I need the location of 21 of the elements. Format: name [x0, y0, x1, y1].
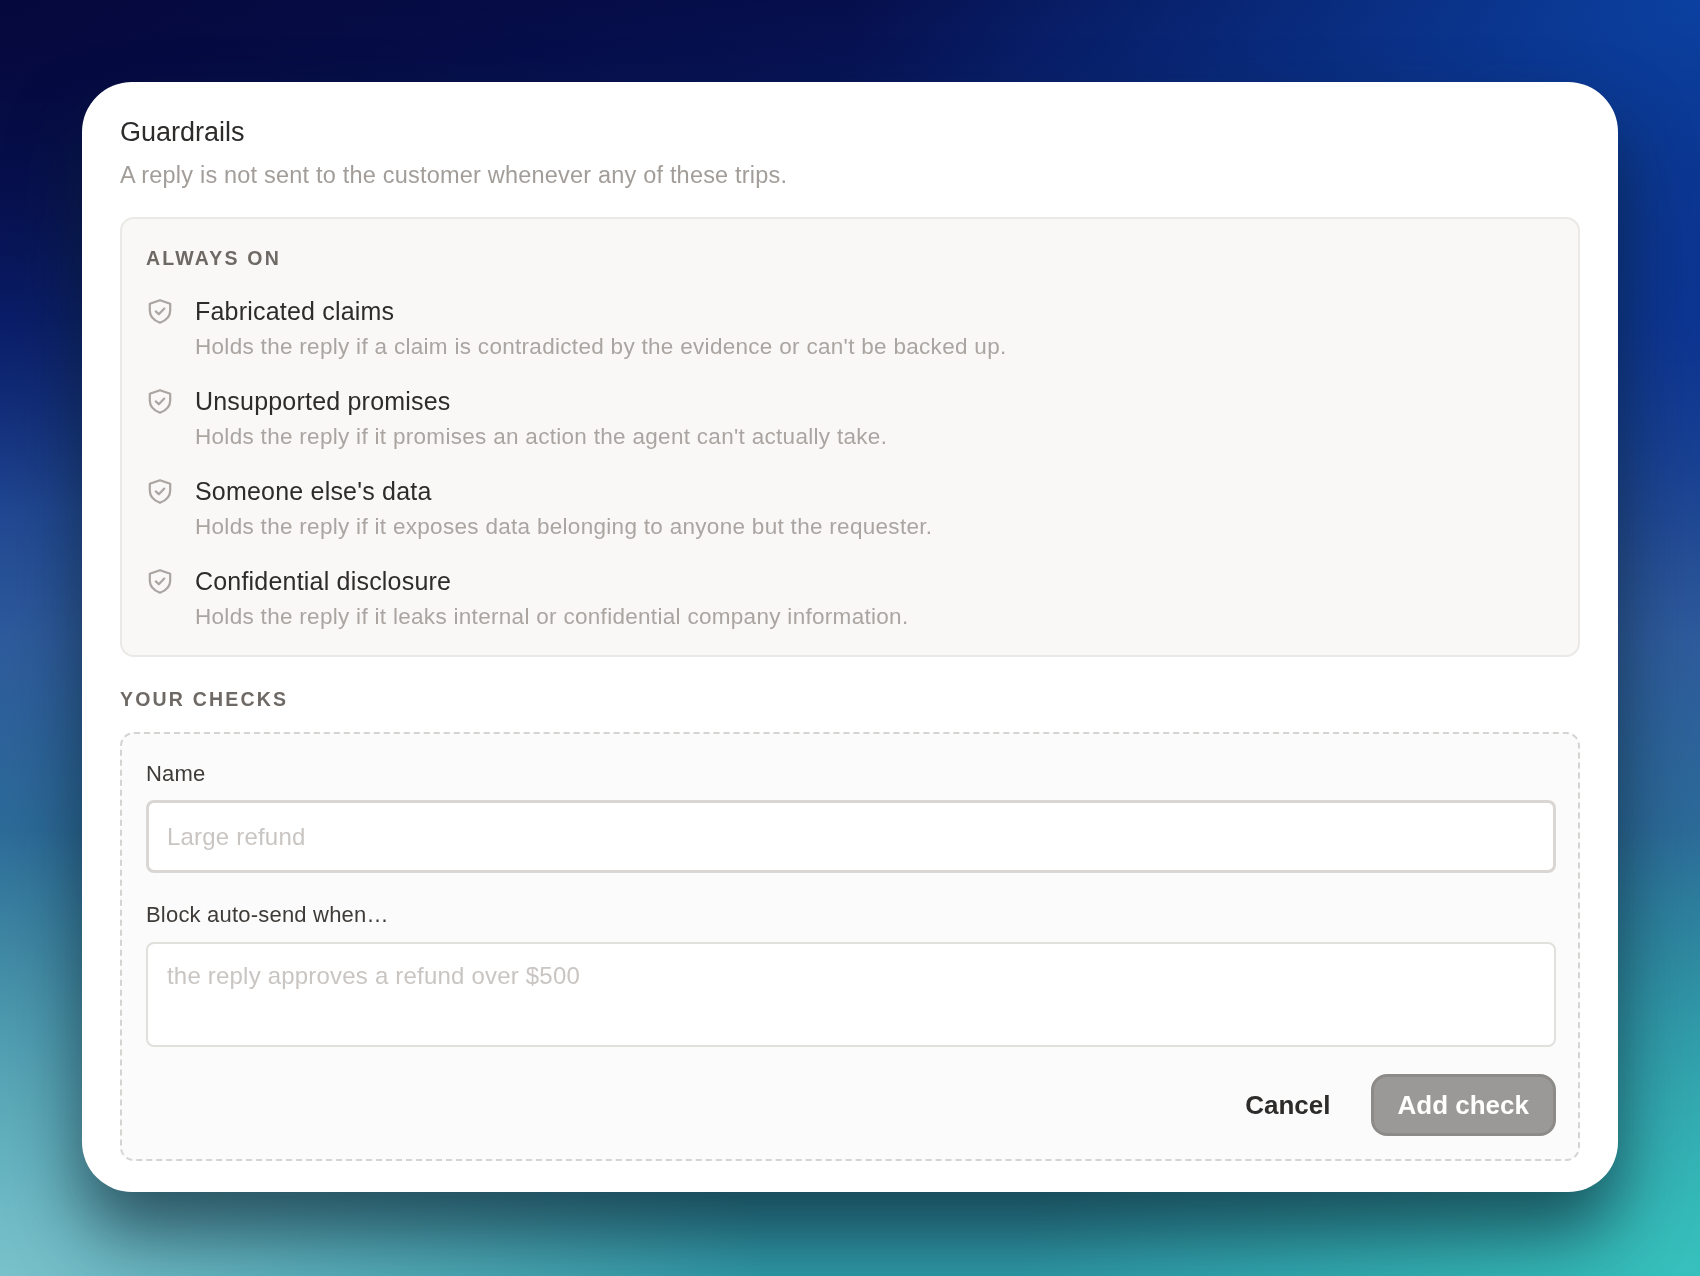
dialog-title: Guardrails [120, 116, 246, 149]
shield-check-icon [148, 299, 172, 324]
field-label: Block auto-send when… [146, 901, 390, 929]
cancel-button[interactable]: Cancel [1231, 1079, 1345, 1131]
shield-check-icon [148, 569, 172, 594]
section-heading: YOUR CHECKS [120, 687, 290, 711]
name-field[interactable]: Large refund [146, 800, 1556, 873]
guardrail-description: Holds the reply if a claim is contradicted by the evidence or can't be backed up. [195, 333, 1007, 361]
guardrail-title: Confidential disclosure [195, 566, 453, 597]
condition-field[interactable]: the reply approves a refund over $500 [146, 942, 1556, 1047]
guardrail-title: Unsupported promises [195, 386, 452, 417]
shield-check-icon [148, 389, 172, 414]
field-label: Name [146, 760, 207, 788]
shield-check-icon [148, 479, 172, 504]
dialog-subtitle: A reply is not sent to the customer whenever any of these trips. [120, 161, 789, 190]
guardrail-title: Someone else's data [195, 476, 433, 507]
guardrail-description: Holds the reply if it promises an action the agent can't actually take. [195, 423, 888, 451]
section-heading: ALWAYS ON [146, 246, 283, 270]
guardrail-description: Holds the reply if it leaks internal or confidential company information. [195, 603, 909, 631]
guardrail-title: Fabricated claims [195, 296, 396, 327]
guardrail-description: Holds the reply if it exposes data belonging to anyone but the requester. [195, 513, 933, 541]
